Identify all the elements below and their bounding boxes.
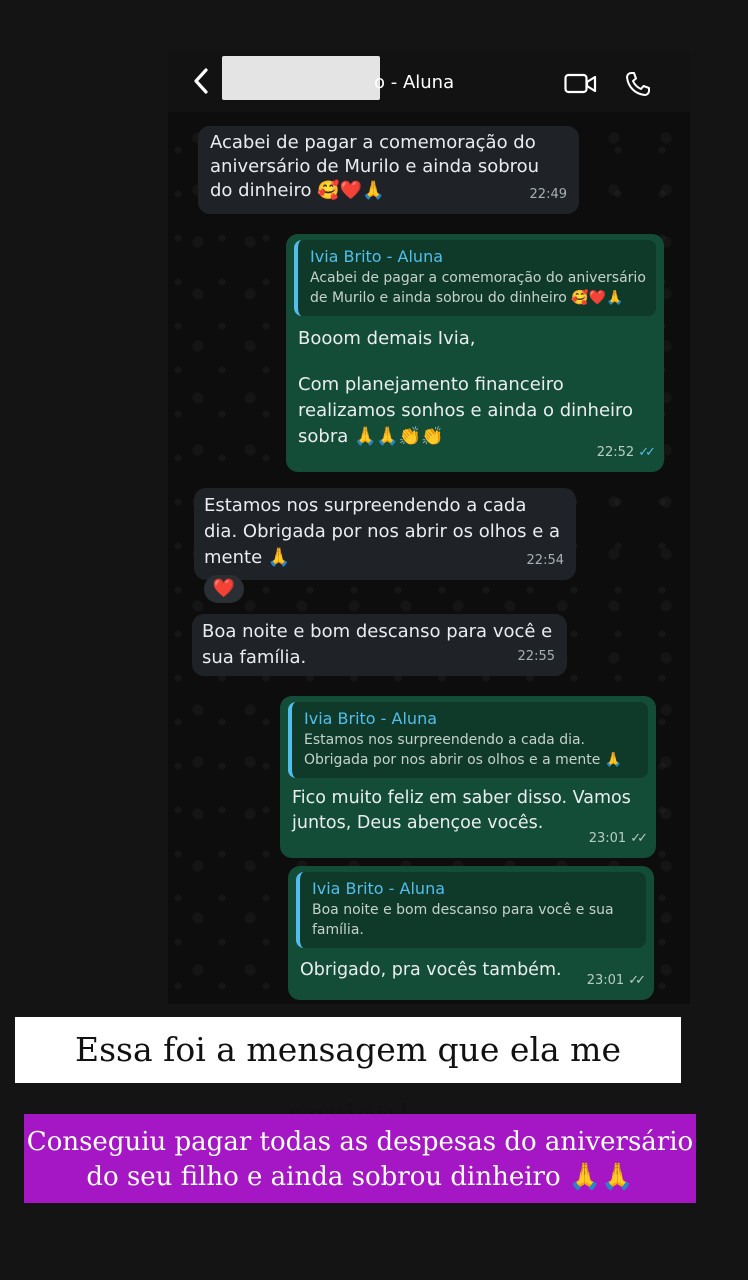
heart-reaction-icon[interactable]: ❤️ [204,575,244,603]
quoted-message[interactable]: Ivia Brito - Aluna Acabei de pagar a com… [294,240,656,316]
video-call-icon[interactable] [564,72,598,96]
delivered-receipt-icon: ✓✓ [630,831,648,846]
message-text: Estamos nos surpreendendo a cada dia. Ob… [204,495,561,568]
message-text: Acabei de pagar a comemoração do anivers… [210,132,540,201]
message-time: 23:01 ✓✓ [589,826,648,852]
story-caption-purple: Conseguiu pagar todas as despesas do ani… [24,1114,696,1203]
message-text-line1: Booom demais Ivia, [298,328,476,349]
outgoing-message[interactable]: Ivia Brito - Aluna Estamos nos surpreend… [280,696,656,858]
quoted-author: Ivia Brito - Aluna [310,247,444,266]
message-text: Boa noite e bom descanso para você e sua… [202,621,553,668]
redacted-contact-avatar-name [222,56,380,100]
voice-call-icon[interactable] [624,70,652,98]
message-text-line2: Com planejamento financeiro realizamos s… [298,374,634,447]
read-receipt-icon: ✓✓ [638,445,656,460]
quoted-text: Boa noite e bom descanso para você e sua… [312,902,614,938]
quoted-author: Ivia Brito - Aluna [312,879,446,898]
chat-header: o - Aluna [168,52,690,112]
message-time: 22:54 [526,553,564,568]
message-time: 23:01 ✓✓ [587,968,646,994]
incoming-message[interactable]: Acabei de pagar a comemoração do anivers… [198,126,579,214]
back-arrow-icon[interactable] [190,66,220,96]
incoming-message[interactable]: Boa noite e bom descanso para você e sua… [192,614,567,676]
incoming-message[interactable]: Estamos nos surpreendendo a cada dia. Ob… [194,488,576,580]
quoted-text: Estamos nos surpreendendo a cada dia. Ob… [304,732,623,768]
quoted-text: Acabei de pagar a comemoração do anivers… [310,270,646,306]
outgoing-message[interactable]: Ivia Brito - Aluna Acabei de pagar a com… [286,234,664,472]
quoted-author: Ivia Brito - Aluna [304,709,438,728]
message-time: 22:52 ✓✓ [597,440,656,466]
delivered-receipt-icon: ✓✓ [628,973,646,988]
story-caption-white: Essa foi a mensagem que ela me enviou! [15,1017,681,1135]
quoted-message[interactable]: Ivia Brito - Aluna Estamos nos surpreend… [288,702,648,778]
contact-name[interactable]: o - Aluna [374,72,454,93]
message-time: 22:49 [529,187,567,202]
quoted-message[interactable]: Ivia Brito - Aluna Boa noite e bom desca… [296,872,646,948]
message-time: 22:55 [517,649,555,664]
outgoing-message[interactable]: Ivia Brito - Aluna Boa noite e bom desca… [288,866,654,1000]
